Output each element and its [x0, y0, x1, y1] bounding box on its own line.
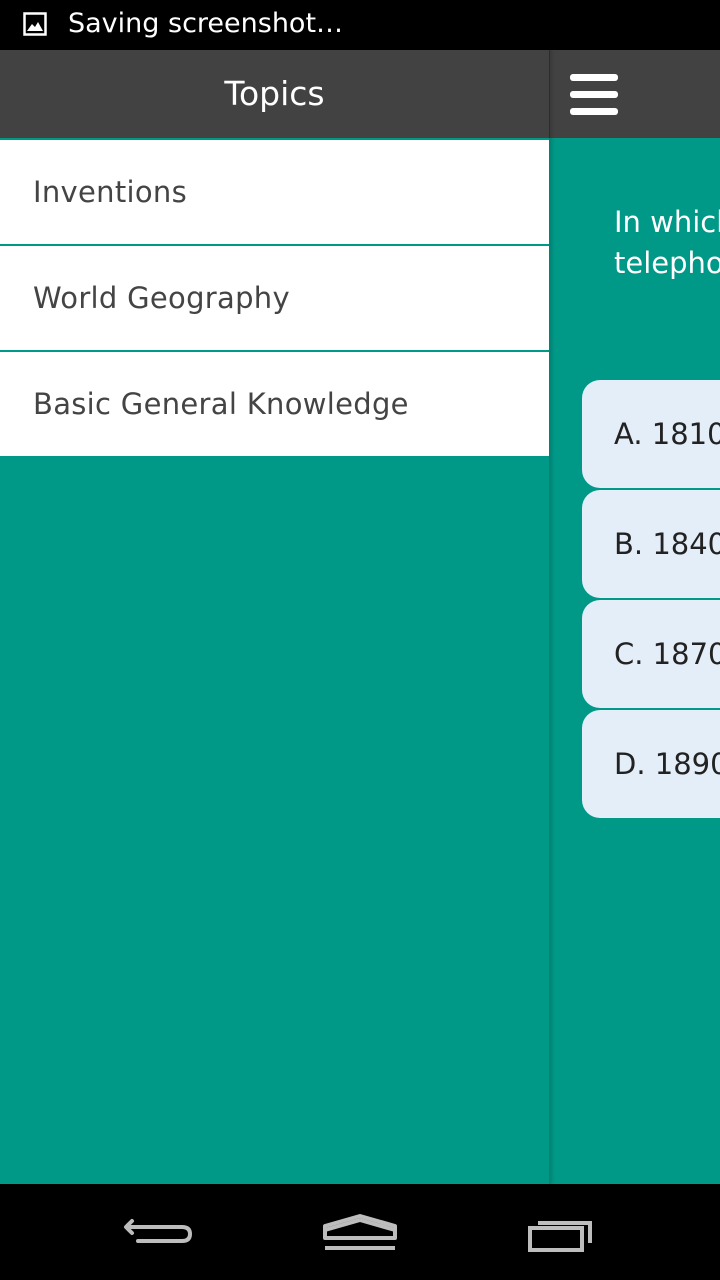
- status-bar: Saving screenshot…: [0, 0, 720, 50]
- topic-label: World Geography: [33, 281, 290, 315]
- topic-item-inventions[interactable]: Inventions: [0, 140, 549, 244]
- home-icon[interactable]: [300, 1198, 420, 1266]
- system-navigation-bar: [0, 1184, 720, 1280]
- answer-label: C. 1870: [614, 637, 720, 671]
- recent-apps-icon[interactable]: [500, 1198, 620, 1266]
- answer-option-a[interactable]: A. 1810: [582, 380, 720, 488]
- topic-item-basic-general-knowledge[interactable]: Basic General Knowledge: [0, 352, 549, 456]
- back-icon[interactable]: [100, 1198, 220, 1266]
- navigation-drawer: Topics Inventions World Geography Basic …: [0, 50, 550, 1184]
- answer-option-d[interactable]: D. 1890: [582, 710, 720, 818]
- answer-label: A. 1810: [614, 417, 720, 451]
- question-text: In which year was the telephone invented…: [614, 205, 720, 280]
- hamburger-menu-icon[interactable]: [566, 72, 622, 116]
- screen: Saving screenshot… In which year was the…: [0, 0, 720, 1280]
- image-icon: [23, 12, 47, 36]
- status-notification-text: Saving screenshot…: [68, 8, 344, 39]
- answer-label: D. 1890: [614, 747, 720, 781]
- answer-label: B. 1840: [614, 527, 720, 561]
- answer-option-c[interactable]: C. 1870: [582, 600, 720, 708]
- drawer-title: Topics: [224, 74, 325, 113]
- topic-label: Inventions: [33, 175, 187, 209]
- answer-option-b[interactable]: B. 1840: [582, 490, 720, 598]
- topic-item-world-geography[interactable]: World Geography: [0, 246, 549, 350]
- topic-label: Basic General Knowledge: [33, 387, 409, 421]
- drawer-header: Topics: [0, 50, 550, 138]
